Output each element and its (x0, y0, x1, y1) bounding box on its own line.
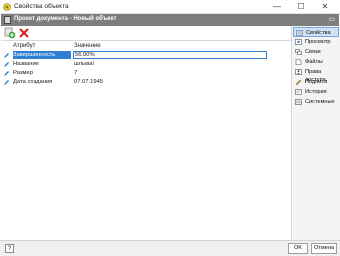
cancel-button[interactable]: Отмена (311, 243, 337, 254)
sidebar-item-label: История (305, 89, 327, 95)
document-icon (4, 16, 11, 24)
properties-grid: Атрибут Значение Завершенность 56.00% На… (1, 40, 291, 237)
sidebar-item-history[interactable]: История (293, 87, 339, 97)
row-edit-icon (4, 53, 9, 58)
collapse-icon[interactable]: ▭ (328, 15, 335, 23)
bottom-bar: ? OK Отмена (0, 240, 340, 256)
title-bar: Свойства объекта — ☐ ✕ (0, 0, 340, 14)
row-edit-icon (4, 80, 9, 85)
document-title: Проект документа - Новый объект (14, 16, 117, 22)
row-attribute: Завершенность (13, 51, 71, 59)
toolbar (1, 26, 291, 40)
delete-red-icon[interactable] (18, 27, 30, 39)
row-attribute: Название (13, 61, 39, 67)
sidebar-item-label: Связи (305, 49, 321, 55)
close-button[interactable]: ✕ (316, 1, 334, 13)
system-icon (295, 99, 302, 105)
column-header-value[interactable]: Значение (74, 43, 101, 49)
row-value-input[interactable]: 56.00% (73, 51, 267, 59)
table-row[interactable]: Дата создания 07.07.1945 (2, 78, 290, 86)
properties-icon (296, 30, 303, 36)
sidebar-item-label: Свойства (306, 30, 331, 36)
window-title: Свойства объекта (14, 3, 69, 10)
files-icon (295, 59, 302, 65)
sidebar-item-system[interactable]: Системные (293, 97, 339, 107)
row-attribute: Дата создания (13, 79, 53, 85)
table-row[interactable]: Размер 7 (2, 69, 290, 77)
row-value[interactable]: 07.07.1945 (74, 78, 103, 86)
minimize-button[interactable]: — (268, 1, 286, 13)
history-icon (295, 89, 302, 95)
sidebar-item-links[interactable]: Связи (293, 47, 339, 57)
access-rights-icon (295, 69, 302, 75)
signatures-icon (295, 79, 302, 85)
column-header-attribute[interactable]: Атрибут (13, 43, 35, 49)
row-edit-icon (4, 71, 9, 76)
sidebar-item-properties[interactable]: Свойства (293, 27, 339, 37)
links-icon (295, 49, 302, 55)
sidebar: Свойства Просмотр Связи Файлы Права дост… (291, 26, 340, 240)
ok-button[interactable]: OK (288, 243, 308, 254)
table-row[interactable]: Завершенность 56.00% (2, 51, 290, 59)
preview-icon (295, 39, 302, 45)
row-attribute: Размер (13, 70, 33, 76)
maximize-button[interactable]: ☐ (292, 1, 310, 13)
sidebar-item-preview[interactable]: Просмотр (293, 37, 339, 47)
row-value[interactable]: 7 (74, 69, 77, 77)
help-button[interactable]: ? (5, 244, 14, 253)
row-value[interactable]: шлываl (74, 60, 94, 68)
app-icon (3, 3, 11, 11)
sidebar-item-label: Системные (305, 99, 335, 105)
sidebar-item-files[interactable]: Файлы (293, 57, 339, 67)
add-green-icon[interactable] (4, 27, 16, 39)
table-row[interactable]: Название шлываl (2, 60, 290, 68)
sidebar-item-label: Просмотр (305, 39, 331, 45)
document-header: Проект документа - Новый объект ▭ (1, 14, 339, 26)
row-edit-icon (4, 62, 9, 67)
sidebar-item-signatures[interactable]: Подписи (293, 77, 339, 87)
sidebar-item-label: Подписи (305, 79, 328, 85)
sidebar-item-access-rights[interactable]: Права доступа (293, 67, 339, 83)
sidebar-item-label: Файлы (305, 59, 323, 65)
